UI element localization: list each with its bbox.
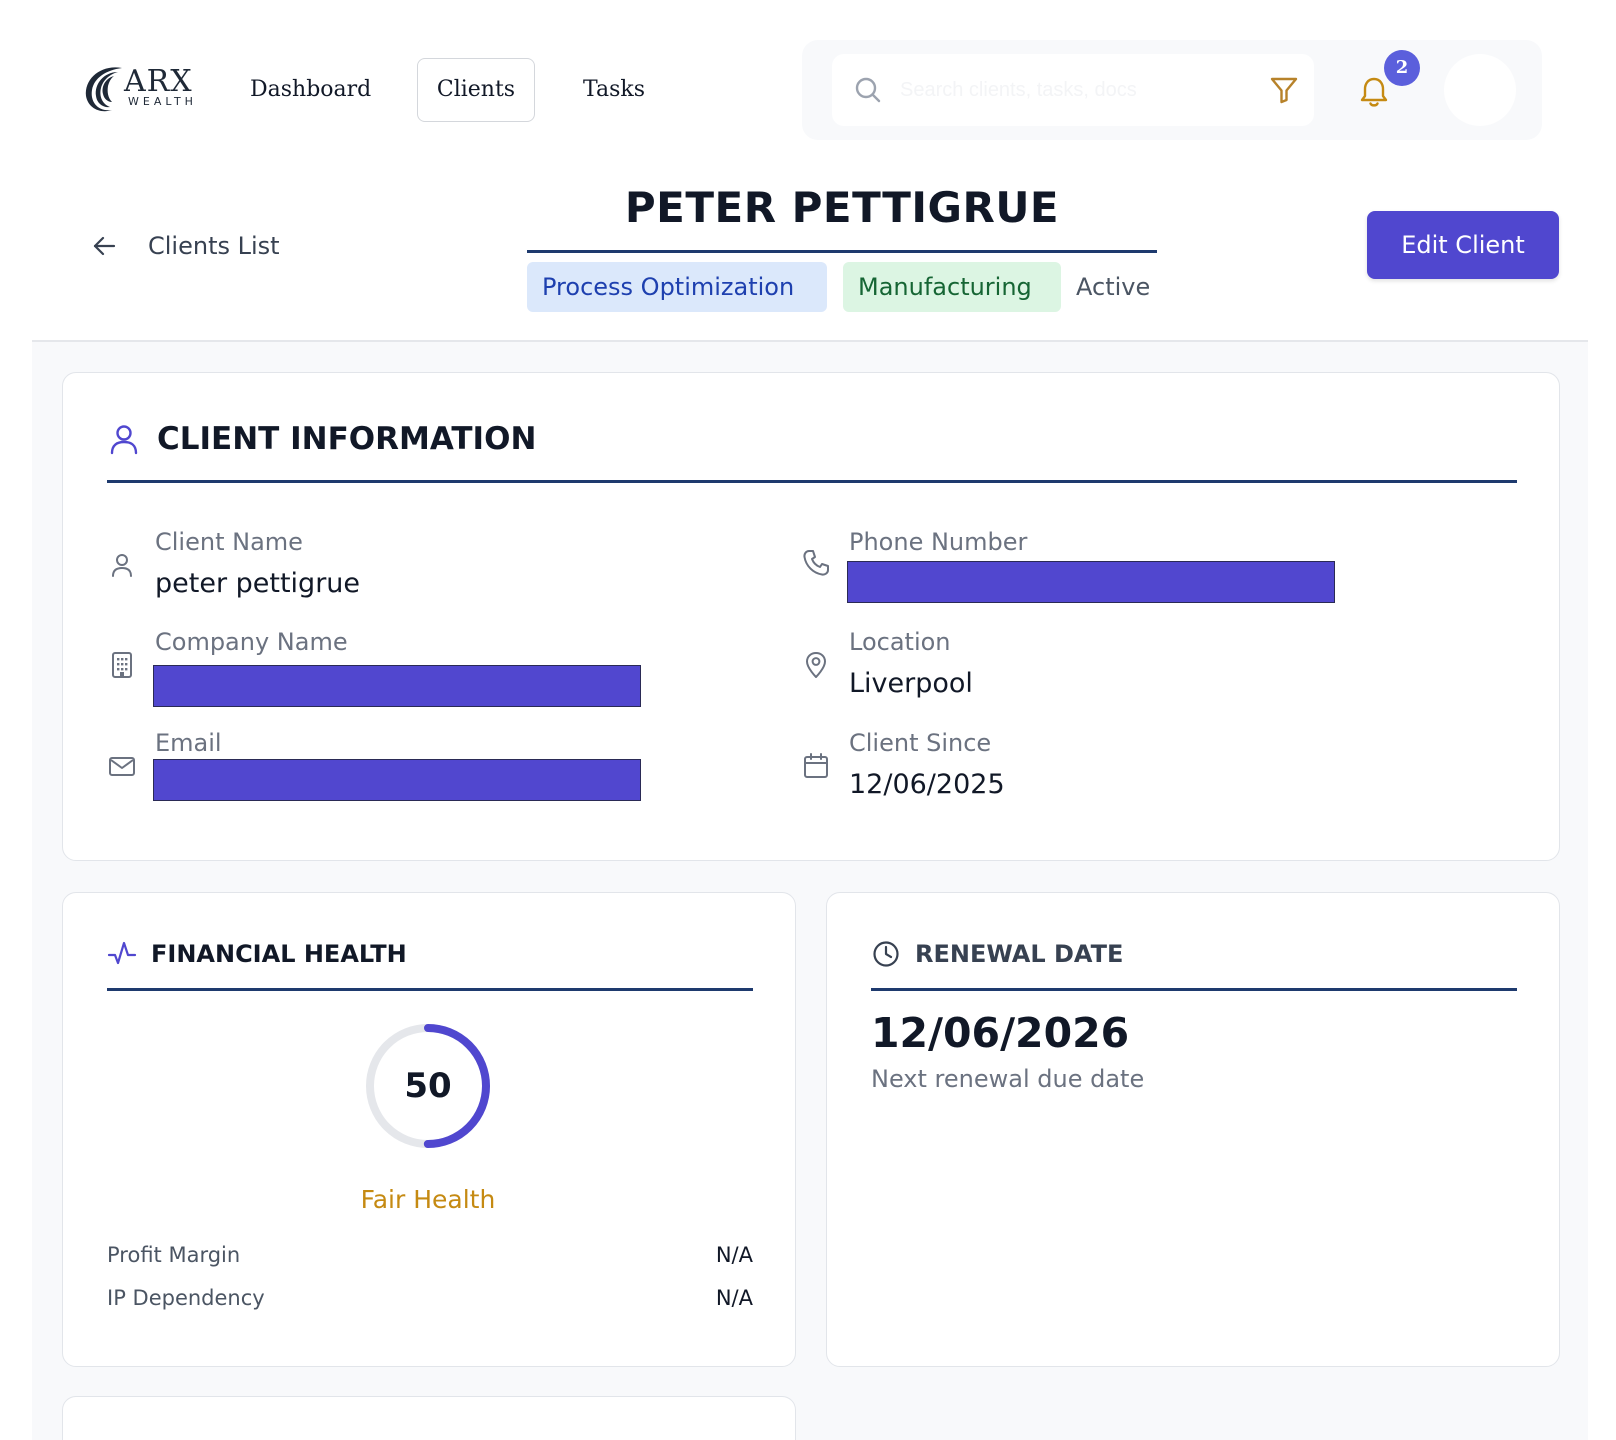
client-name-title: PETER PETTIGRUE	[624, 183, 1060, 232]
search-input[interactable]	[900, 70, 1240, 110]
client-name-field: Client Name peter pettigrue	[107, 528, 667, 608]
arx-wealth-logo[interactable]: ARX WEALTH	[78, 62, 202, 118]
nav-tasks[interactable]: Tasks	[578, 58, 650, 122]
logo-subtext: WEALTH	[128, 95, 197, 108]
notification-badge: 2	[1384, 50, 1420, 86]
field-label: Email	[155, 729, 222, 757]
industry-tag: Manufacturing	[843, 262, 1061, 312]
profit-margin-row: Profit Margin N/A	[107, 1243, 753, 1275]
section-divider	[871, 988, 1517, 991]
section-divider	[107, 988, 753, 991]
company-name-field: Company Name	[107, 628, 667, 708]
calendar-icon	[804, 753, 828, 778]
health-score-value: 50	[404, 1066, 452, 1106]
phone-number-field: Phone Number	[801, 528, 1361, 608]
top-navigation-bar: ARX WEALTH Dashboard Clients Tasks 2	[0, 0, 1616, 150]
renewal-date-header: RENEWAL DATE	[871, 939, 1123, 969]
user-icon	[112, 554, 132, 577]
client-name-value: peter pettigrue	[155, 568, 361, 599]
header-tools: 2	[802, 40, 1542, 140]
metric-name: IP Dependency	[107, 1286, 265, 1310]
title-divider	[527, 250, 1157, 253]
field-label: Client Name	[155, 528, 303, 556]
nav-clients[interactable]: Clients	[417, 58, 535, 122]
back-to-clients-list[interactable]: Clients List	[90, 226, 280, 266]
search-box[interactable]	[832, 54, 1314, 126]
ip-dependency-row: IP Dependency N/A	[107, 1286, 753, 1318]
redacted-phone-number	[847, 561, 1335, 603]
financial-health-header: FINANCIAL HEALTH	[107, 939, 407, 969]
next-section-card	[62, 1396, 796, 1440]
location-value: Liverpool	[849, 668, 973, 699]
map-pin-icon	[806, 652, 826, 678]
service-tag: Process Optimization	[527, 262, 827, 312]
field-label: Phone Number	[849, 528, 1028, 556]
status-tag: Active	[1076, 273, 1151, 301]
renewal-date-value: 12/06/2026	[871, 1009, 1130, 1057]
financial-health-card: FINANCIAL HEALTH 50 Fair Health Profit M…	[62, 892, 796, 1367]
client-information-header: CLIENT INFORMATION	[107, 421, 536, 457]
nav-dashboard[interactable]: Dashboard	[250, 58, 371, 122]
health-status-label: Fair Health	[360, 1185, 496, 1214]
user-avatar[interactable]	[1444, 54, 1516, 126]
financial-health-title: FINANCIAL HEALTH	[151, 940, 407, 968]
field-label: Location	[849, 628, 951, 656]
field-label: Company Name	[155, 628, 348, 656]
client-since-value: 12/06/2025	[849, 769, 1005, 800]
client-information-card: CLIENT INFORMATION Client Name peter pet…	[62, 372, 1560, 861]
building-icon	[112, 652, 132, 678]
renewal-date-card: RENEWAL DATE 12/06/2026 Next renewal due…	[826, 892, 1560, 1367]
search-icon	[855, 77, 881, 103]
renewal-date-caption: Next renewal due date	[871, 1065, 1145, 1093]
client-since-field: Client Since 12/06/2025	[801, 729, 1361, 809]
field-label: Client Since	[849, 729, 992, 757]
phone-icon	[803, 550, 829, 576]
renewal-date-title: RENEWAL DATE	[915, 940, 1124, 968]
logo-wordmark: ARX	[124, 64, 193, 99]
section-divider	[107, 480, 1517, 483]
metric-name: Profit Margin	[107, 1243, 241, 1267]
arrow-left-icon	[93, 236, 116, 256]
email-field: Email	[107, 729, 667, 809]
metric-value: N/A	[715, 1286, 753, 1310]
redacted-company-name	[153, 665, 641, 707]
mail-icon	[109, 757, 135, 776]
back-link-label: Clients List	[148, 232, 280, 260]
location-field: Location Liverpool	[801, 628, 1361, 708]
filter-icon[interactable]	[1268, 74, 1300, 106]
user-icon	[110, 425, 138, 455]
bell-icon[interactable]	[1358, 74, 1390, 110]
client-information-title: CLIENT INFORMATION	[157, 421, 537, 457]
activity-pulse-icon	[107, 941, 137, 965]
redacted-email	[153, 759, 641, 801]
clock-icon	[873, 941, 899, 967]
metric-value: N/A	[715, 1243, 753, 1267]
edit-client-button[interactable]: Edit Client	[1367, 211, 1559, 279]
